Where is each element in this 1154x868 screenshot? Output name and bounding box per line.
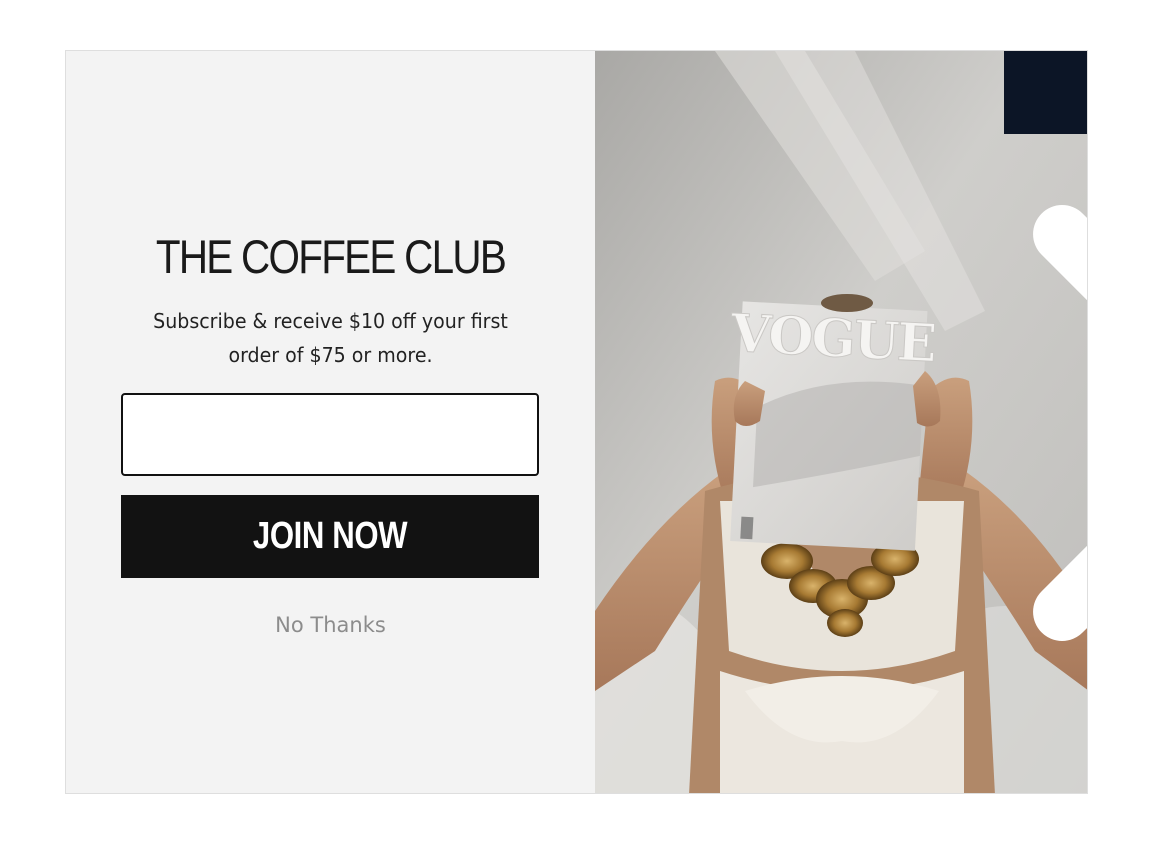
newsletter-popup: THE COFFEE CLUB Subscribe & receive $10 … (65, 50, 1088, 794)
popup-subtitle: Subscribe & receive $10 off your first o… (153, 309, 508, 367)
email-field[interactable] (121, 393, 539, 476)
join-now-label: JOIN NOW (252, 515, 408, 557)
magazine-title: VOGUE (728, 303, 936, 375)
popup-title: THE COFFEE CLUB (155, 230, 507, 283)
hero-image: VOGUE (595, 51, 1087, 793)
signup-panel: THE COFFEE CLUB Subscribe & receive $10 … (66, 51, 595, 793)
close-button[interactable] (1004, 51, 1087, 641)
close-icon (1033, 205, 1087, 641)
join-now-button[interactable]: JOIN NOW (121, 495, 539, 578)
no-thanks-link[interactable]: No Thanks (66, 613, 595, 637)
